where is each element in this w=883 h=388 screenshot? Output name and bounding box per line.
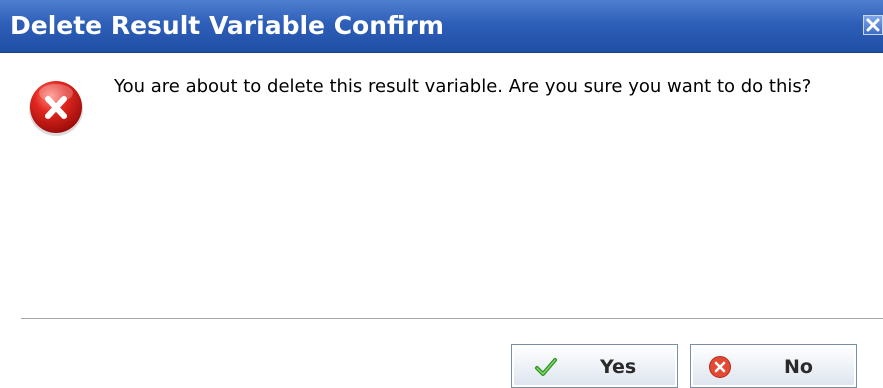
divider bbox=[21, 318, 883, 320]
no-button[interactable]: No bbox=[690, 344, 857, 388]
yes-button[interactable]: Yes bbox=[511, 344, 678, 388]
confirm-message: You are about to delete this result vari… bbox=[114, 76, 812, 97]
cancel-icon bbox=[709, 356, 731, 378]
checkmark-icon bbox=[535, 358, 557, 376]
yes-button-label: Yes bbox=[600, 356, 637, 378]
delete-confirm-dialog: Delete Result Variable Confirm You are a… bbox=[0, 0, 883, 388]
dialog-titlebar[interactable]: Delete Result Variable Confirm bbox=[0, 0, 883, 53]
error-icon bbox=[29, 81, 83, 136]
no-button-label: No bbox=[784, 356, 813, 378]
close-icon bbox=[866, 18, 880, 32]
close-button[interactable] bbox=[863, 15, 883, 35]
dialog-title: Delete Result Variable Confirm bbox=[10, 11, 444, 40]
